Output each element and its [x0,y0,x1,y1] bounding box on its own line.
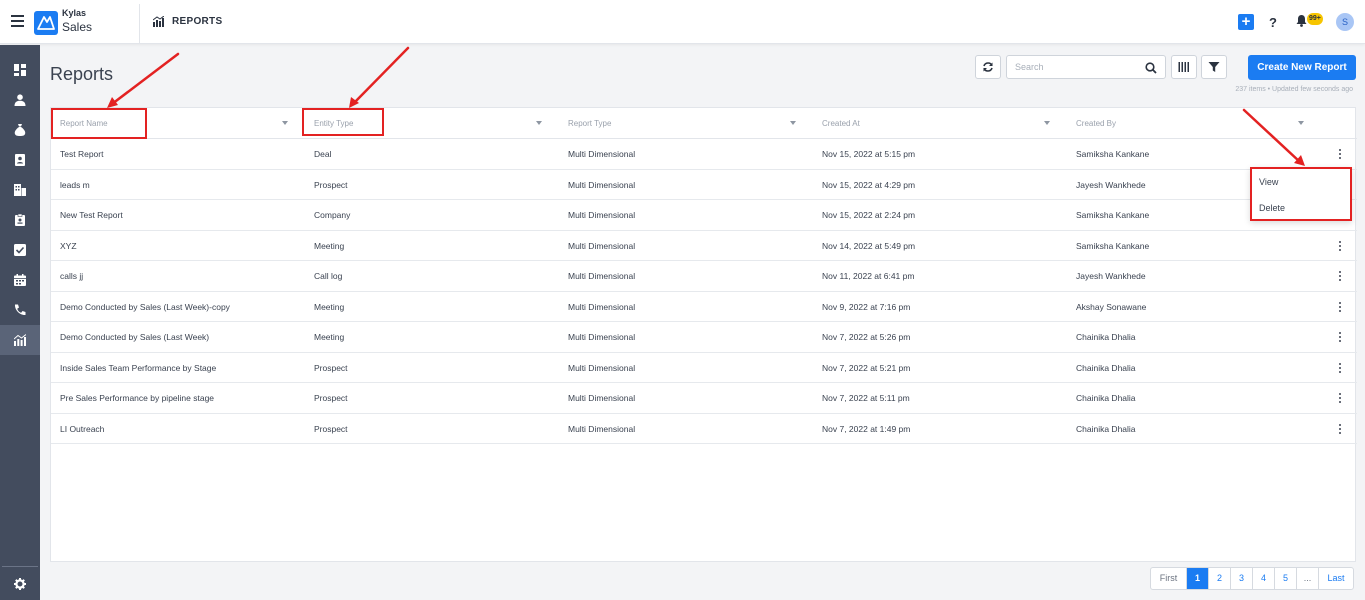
pagination-ellipsis: ... [1297,568,1319,589]
pagination-page-2[interactable]: 2 [1209,568,1231,589]
annotation-arrow-3 [1242,108,1302,164]
pagination-last[interactable]: Last [1319,568,1353,589]
annotation-arrows [107,46,1305,166]
pagination-page-3[interactable]: 3 [1231,568,1253,589]
pagination-first[interactable]: First [1151,568,1187,589]
pagination-page-5[interactable]: 5 [1275,568,1297,589]
pagination-page-1[interactable]: 1 [1187,568,1209,589]
annotation-arrow-2 [351,46,410,106]
annotation-arrow-1 [110,52,180,106]
pagination-page-4[interactable]: 4 [1253,568,1275,589]
pagination: First 1 2 3 4 5 ... Last [1150,567,1354,590]
annotation-arrowhead-1 [107,97,118,108]
